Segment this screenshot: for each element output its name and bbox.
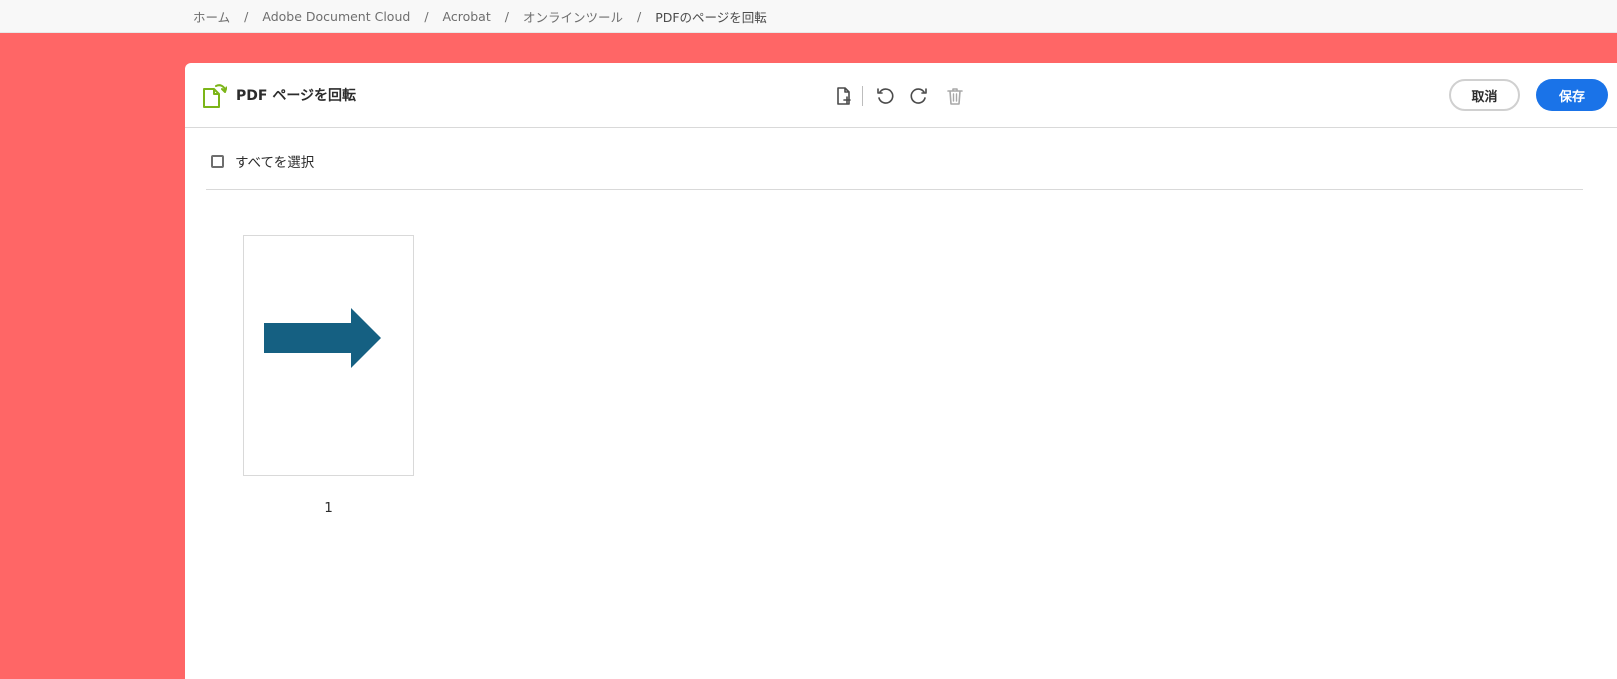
rotate-page-icon — [201, 82, 228, 110]
save-button[interactable]: 保存 — [1536, 79, 1608, 111]
breadcrumb: ホーム / Adobe Document Cloud / Acrobat / オ… — [193, 7, 767, 26]
breadcrumb-separator: / — [504, 9, 509, 24]
cancel-button[interactable]: 取消 — [1449, 79, 1520, 111]
select-all-control[interactable]: すべてを選択 — [211, 151, 314, 171]
top-bar: ホーム / Adobe Document Cloud / Acrobat / オ… — [0, 0, 1617, 33]
breadcrumb-current-page: PDFのページを回転 — [655, 10, 767, 25]
insert-page-icon[interactable] — [830, 82, 858, 110]
page-toolbar — [830, 82, 969, 110]
rotate-counterclockwise-icon[interactable] — [871, 82, 899, 110]
breadcrumb-separator: / — [636, 9, 642, 24]
right-arrow-shape — [264, 308, 381, 368]
panel-header: PDF ページを回転 取消 保存 — [185, 63, 1617, 128]
rotate-clockwise-icon[interactable] — [905, 82, 933, 110]
breadcrumb-online-tools[interactable]: オンラインツール — [523, 7, 623, 26]
tool-title: PDF ページを回転 — [236, 88, 357, 104]
divider — [206, 189, 1583, 190]
page-thumbnail[interactable] — [243, 235, 414, 476]
breadcrumb-separator: / — [244, 9, 249, 24]
rotate-tool-panel: PDF ページを回転 取消 保存 すべてを選択 1 — [185, 63, 1617, 679]
select-all-checkbox[interactable] — [211, 154, 224, 168]
breadcrumb-document-cloud[interactable]: Adobe Document Cloud — [262, 9, 410, 24]
toolbar-divider — [862, 86, 863, 106]
select-all-label: すべてを選択 — [235, 155, 315, 171]
breadcrumb-acrobat[interactable]: Acrobat — [443, 9, 491, 24]
page-number: 1 — [324, 500, 333, 516]
breadcrumb-separator: / — [424, 9, 429, 24]
trash-icon[interactable] — [941, 82, 969, 110]
breadcrumb-home[interactable]: ホーム — [193, 7, 230, 26]
